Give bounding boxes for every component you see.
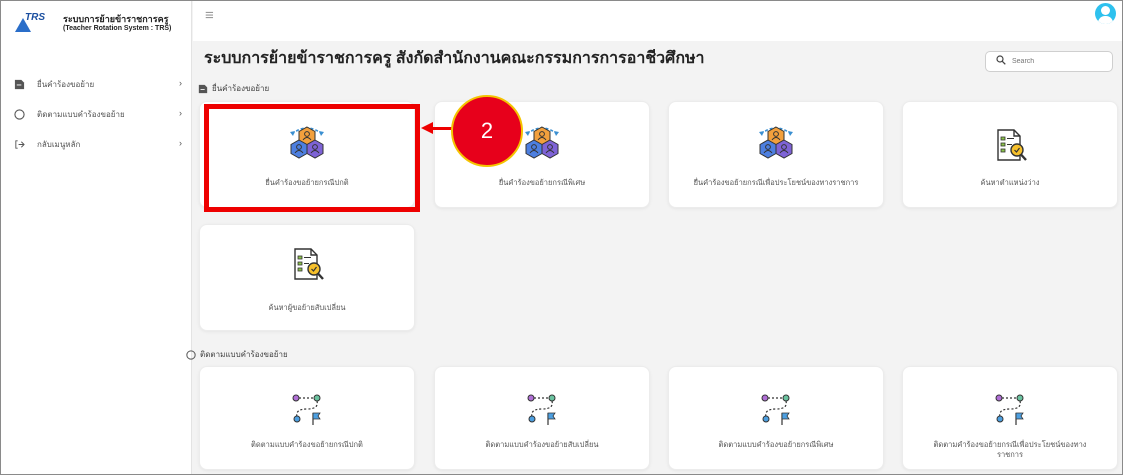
card-label: ค้นหาตำแหน่งว่าง — [980, 178, 1040, 187]
route-icon — [990, 389, 1030, 429]
section-submit-request: ยื่นคำร้องขอย้าย — [198, 82, 269, 95]
card-search-swap[interactable]: ค้นหาผู้ขอย้ายสับเปลี่ยน — [199, 224, 415, 331]
section-label: ติดตามแบบคำร้องขอย้าย — [200, 350, 288, 359]
user-avatar-icon[interactable] — [1095, 3, 1116, 24]
card-search-vacancy[interactable]: ค้นหาตำแหน่งว่าง — [902, 101, 1118, 208]
card-track-official-benefit[interactable]: ติดตามคำร้องขอย้ายกรณีเพื่อประโยชน์ของทา… — [902, 366, 1118, 470]
annotation-arrow-head — [421, 122, 433, 134]
card-label: ติดตามแบบคำร้องขอย้ายกรณีพิเศษ — [718, 440, 834, 449]
document-icon — [13, 78, 25, 90]
circle-icon — [13, 108, 25, 120]
logout-arrow-icon — [13, 138, 25, 150]
circle-icon — [186, 349, 196, 360]
chevron-right-icon: › — [179, 108, 182, 118]
sidebar-menu: ยื่นคำร้องขอย้าย › ติดตามแบบคำร้องขอย้าย… — [1, 69, 192, 159]
sidebar-item-label: ติดตามแบบคำร้องขอย้าย — [37, 109, 125, 119]
app-title: ระบบการย้ายข้าราชการครู — [63, 14, 169, 24]
sidebar: TRS ระบบการย้ายข้าราชการครู (Teacher Rot… — [1, 1, 192, 474]
card-track-swap[interactable]: ติดตามแบบคำร้องขอย้ายสับเปลี่ยน — [434, 366, 650, 470]
annotation-highlight-box — [204, 104, 420, 212]
route-icon — [522, 389, 562, 429]
card-label: ติดตามคำร้องขอย้ายกรณีเพื่อประโยชน์ของทา… — [933, 440, 1087, 459]
card-submit-official-benefit[interactable]: ยื่นคำร้องขอย้ายกรณีเพื่อประโยชน์ของทางร… — [668, 101, 884, 208]
card-label: ติดตามแบบคำร้องขอย้ายสับเปลี่ยน — [485, 440, 599, 449]
chevron-right-icon: › — [179, 78, 182, 88]
page-title: ระบบการย้ายข้าราชการครู สังกัดสำนักงานคณ… — [204, 50, 705, 67]
card-label: ยื่นคำร้องขอย้ายกรณีเพื่อประโยชน์ของทางร… — [693, 178, 859, 187]
sidebar-item-label: กลับเมนูหลัก — [37, 139, 81, 149]
card-track-normal[interactable]: ติดตามแบบคำร้องขอย้ายกรณีปกติ — [199, 366, 415, 470]
section-track-request: ติดตามแบบคำร้องขอย้าย — [186, 348, 288, 361]
document-search-icon — [990, 126, 1030, 166]
document-icon — [198, 84, 208, 94]
brand[interactable]: TRS ระบบการย้ายข้าราชการครู (Teacher Rot… — [15, 9, 171, 39]
route-icon — [756, 389, 796, 429]
sidebar-item-submit-request[interactable]: ยื่นคำร้องขอย้าย › — [1, 69, 192, 99]
top-bar: ≡ — [193, 1, 1122, 41]
search-icon — [996, 55, 1006, 68]
transfer-people-icon — [517, 122, 567, 162]
sidebar-item-back-main[interactable]: กลับเมนูหลัก › — [1, 129, 192, 159]
trs-logo: TRS — [15, 12, 45, 36]
card-label: ยื่นคำร้องขอย้ายกรณีพิเศษ — [498, 178, 586, 187]
search-input[interactable] — [1012, 58, 1082, 65]
sidebar-item-label: ยื่นคำร้องขอย้าย — [37, 79, 95, 89]
app-subtitle: (Teacher Rotation System : TRS) — [63, 25, 172, 32]
search-box[interactable] — [985, 51, 1113, 72]
card-label: ติดตามแบบคำร้องขอย้ายกรณีปกติ — [251, 440, 363, 449]
chevron-right-icon: › — [179, 138, 182, 148]
hamburger-menu-icon[interactable]: ≡ — [205, 7, 214, 24]
transfer-people-icon — [751, 122, 801, 162]
sidebar-item-track-request[interactable]: ติดตามแบบคำร้องขอย้าย › — [1, 99, 192, 129]
document-search-icon — [287, 245, 327, 285]
section-label: ยื่นคำร้องขอย้าย — [212, 84, 270, 93]
card-track-special[interactable]: ติดตามแบบคำร้องขอย้ายกรณีพิเศษ — [668, 366, 884, 470]
annotation-step-badge: 2 — [451, 95, 523, 167]
card-label: ค้นหาผู้ขอย้ายสับเปลี่ยน — [268, 303, 346, 312]
route-icon — [287, 389, 327, 429]
